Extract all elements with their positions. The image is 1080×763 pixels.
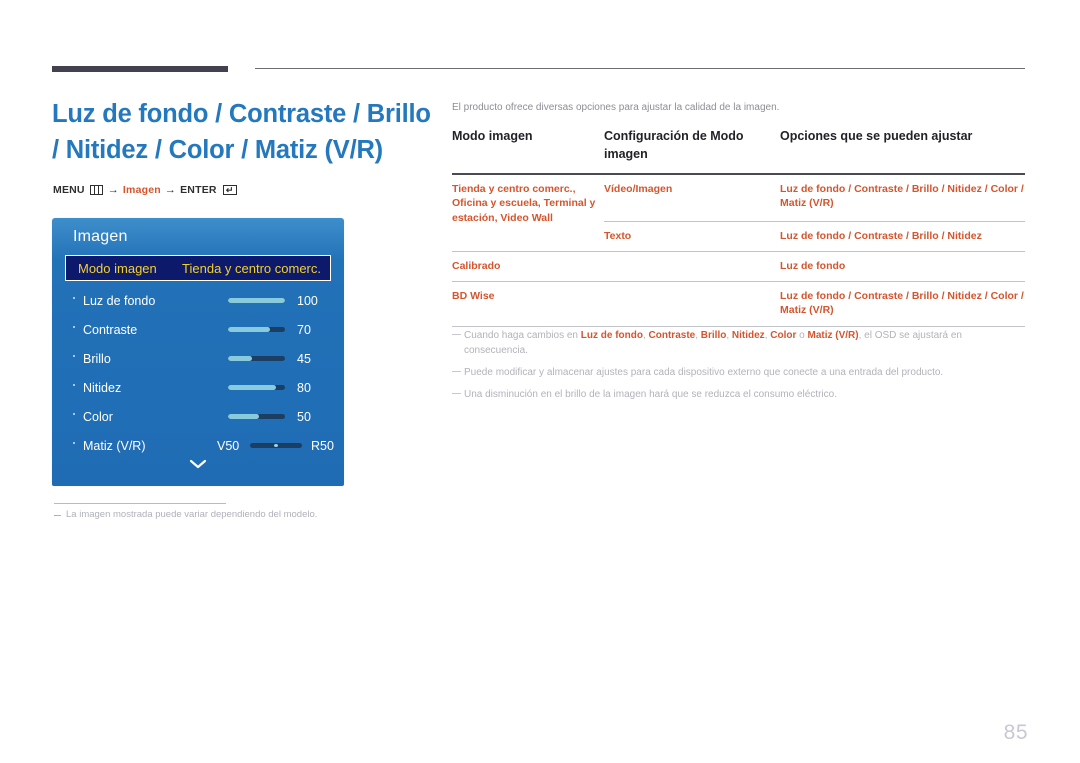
spec-table: Modo imagen Configuración de Modo imagen…: [452, 127, 1025, 327]
enter-key-icon: ↵: [222, 185, 237, 195]
table-row: Texto Luz de fondo / Contraste / Brillo …: [452, 222, 1025, 251]
table-cell-config: Texto: [604, 229, 632, 242]
table-bottom-rule: [452, 325, 1025, 327]
note-dash-icon: [54, 515, 61, 516]
osd-slider[interactable]: [228, 356, 285, 361]
osd-row-brillo[interactable]: Brillo 45: [65, 347, 333, 370]
osd-row-matiz[interactable]: Matiz (V/R) V50 R50: [65, 434, 334, 457]
table-cell-mode: BD Wise: [452, 289, 495, 302]
header-rule-thin: [255, 68, 1025, 69]
osd-row-nitidez[interactable]: Nitidez 80: [65, 376, 333, 399]
table-header-opciones: Opciones que se pueden ajustar: [780, 129, 973, 143]
left-figure-note: La imagen mostrada puede variar dependie…: [54, 508, 414, 522]
breadcrumb-arrow-1: →: [107, 184, 119, 196]
osd-row-value: 70: [297, 322, 311, 337]
breadcrumb-menu-label: MENU: [53, 184, 85, 196]
table-cell-options: Luz de fondo / Contraste / Brillo / Niti…: [780, 289, 1024, 317]
note-dash-icon: [452, 393, 461, 395]
header-rule-thick: [52, 66, 228, 72]
osd-row-label: Nitidez: [83, 380, 122, 395]
table-cell-options: Luz de fondo: [780, 259, 846, 272]
note-text: Puede modificar y almacenar ajustes para…: [464, 367, 944, 378]
osd-scroll-down-button[interactable]: [52, 456, 344, 474]
note-text: Una disminución en el brillo de la image…: [464, 389, 837, 400]
table-header-modo-imagen: Modo imagen: [452, 129, 533, 143]
osd-row-value: 100: [297, 293, 318, 308]
osd-row-label: Contraste: [83, 322, 138, 337]
osd-matiz-left-value: V50: [217, 438, 240, 453]
osd-row-value: 45: [297, 351, 311, 366]
note-text: Cuando haga cambios en Luz de fondo, Con…: [464, 330, 962, 356]
table-cell-options: Luz de fondo / Contraste / Brillo / Niti…: [780, 229, 982, 242]
osd-menu-panel: Imagen Modo imagen Tienda y centro comer…: [52, 218, 344, 486]
bullet-icon: [73, 413, 75, 415]
osd-slider[interactable]: [228, 298, 285, 303]
page-title: Luz de fondo / Contraste / Brillo / Niti…: [52, 100, 431, 164]
chevron-down-icon: [189, 459, 207, 469]
osd-matiz-right-value: R50: [311, 438, 334, 453]
osd-slider[interactable]: [228, 327, 285, 332]
osd-row-label: Color: [83, 409, 113, 424]
note-dash-icon: [452, 334, 461, 336]
menu-grid-icon: [89, 185, 103, 195]
left-note-divider: [54, 503, 226, 504]
table-cell-mode: Calibrado: [452, 259, 501, 272]
table-header-configuracion: Configuración de Modo imagen: [604, 129, 744, 161]
osd-row-modo-imagen[interactable]: Modo imagen Tienda y centro comerc.: [65, 255, 331, 281]
table-cell-config: Vídeo/Imagen: [604, 182, 673, 195]
breadcrumb-item-imagen[interactable]: Imagen: [123, 184, 161, 196]
osd-row-contraste[interactable]: Contraste 70: [65, 318, 333, 341]
note-item: Una disminución en el brillo de la image…: [452, 387, 1027, 402]
osd-row-value: 50: [297, 409, 311, 424]
breadcrumb-enter-label: ENTER: [180, 184, 217, 196]
osd-row-label: Brillo: [83, 351, 111, 366]
left-figure-note-text: La imagen mostrada puede variar dependie…: [66, 509, 318, 520]
osd-row-label: Matiz (V/R): [83, 438, 146, 453]
osd-slider[interactable]: [228, 385, 285, 390]
table-row: BD Wise Luz de fondo / Contraste / Brill…: [452, 282, 1025, 326]
bullet-icon: [73, 384, 75, 386]
bullet-icon: [73, 442, 75, 444]
page-number: 85: [1003, 721, 1028, 744]
osd-row-label: Modo imagen: [78, 260, 157, 276]
note-dash-icon: [452, 371, 461, 373]
osd-row-label: Luz de fondo: [83, 293, 156, 308]
note-item: Puede modificar y almacenar ajustes para…: [452, 365, 1027, 380]
table-cell-options: Luz de fondo / Contraste / Brillo / Niti…: [780, 182, 1024, 210]
breadcrumb-arrow-2: →: [164, 184, 177, 196]
breadcrumb: MENU → Imagen → ENTER ↵: [53, 184, 237, 196]
table-row: Calibrado Luz de fondo: [452, 252, 1025, 281]
bullet-icon: [73, 355, 75, 357]
table-cell-mode: Tienda y centro comerc., Oficina y escue…: [452, 182, 596, 224]
osd-row-value: 80: [297, 380, 311, 395]
bullet-icon: [73, 297, 75, 299]
osd-row-color[interactable]: Color 50: [65, 405, 333, 428]
osd-row-value: Tienda y centro comerc.: [182, 260, 321, 276]
osd-matiz-slider[interactable]: [250, 443, 302, 448]
osd-row-luz-de-fondo[interactable]: Luz de fondo 100: [65, 289, 333, 312]
table-notes: Cuando haga cambios en Luz de fondo, Con…: [452, 328, 1027, 409]
osd-slider[interactable]: [228, 414, 285, 419]
note-item: Cuando haga cambios en Luz de fondo, Con…: [452, 328, 1027, 358]
bullet-icon: [73, 326, 75, 328]
osd-panel-title: Imagen: [73, 228, 128, 245]
table-row: Tienda y centro comerc., Oficina y escue…: [452, 175, 1025, 224]
intro-paragraph: El producto ofrece diversas opciones par…: [452, 102, 780, 113]
table-header-row: Modo imagen Configuración de Modo imagen…: [452, 127, 1025, 173]
